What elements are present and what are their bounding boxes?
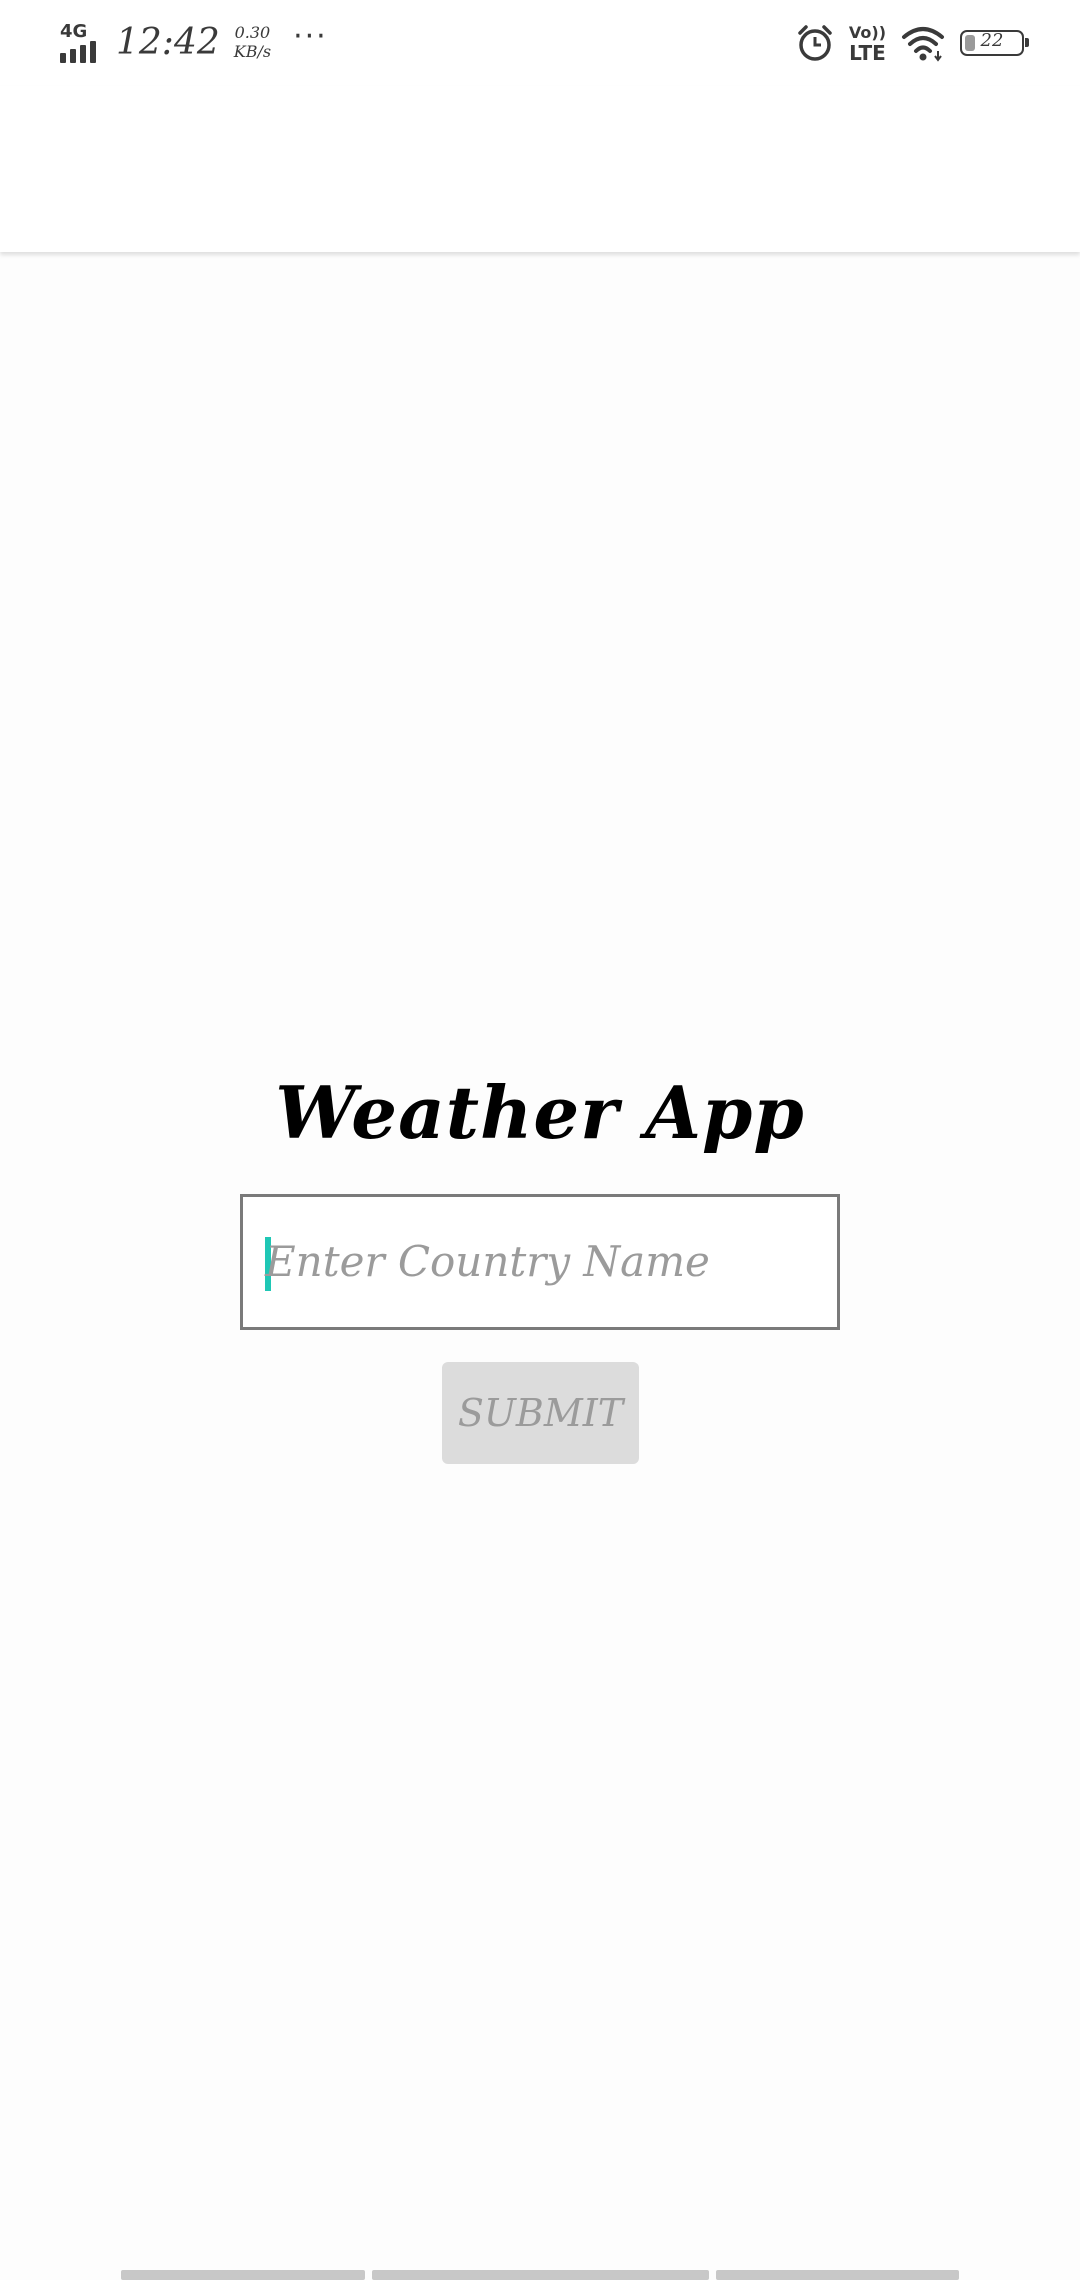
network-speed-unit: KB/s	[233, 42, 272, 61]
page-title: Weather App	[275, 1070, 805, 1155]
network-speed: 0.30 KB/s	[234, 23, 271, 61]
nav-bar-segment-right	[716, 2270, 959, 2280]
more-notifications-icon: ···	[293, 18, 328, 54]
nav-bar-segment-left	[121, 2270, 365, 2280]
status-bar-left: 4G 12:42 0.30 KB/s ···	[58, 14, 328, 70]
status-bar-right: Vo)) LTE 22	[795, 18, 1029, 68]
nav-bar-segment-center	[372, 2270, 709, 2280]
app-bar	[0, 86, 1080, 252]
network-speed-value: 0.30	[234, 23, 271, 42]
volte-icon: Vo)) LTE	[848, 23, 886, 65]
wifi-icon	[902, 27, 944, 62]
battery-level: 22	[980, 30, 1004, 51]
submit-button[interactable]: SUBMIT	[442, 1362, 639, 1464]
battery-icon: 22	[960, 30, 1029, 56]
country-name-placeholder: Enter Country Name	[265, 1237, 710, 1286]
alarm-icon	[798, 25, 832, 61]
clock: 12:42	[116, 21, 220, 63]
country-name-input[interactable]: Enter Country Name	[240, 1194, 840, 1330]
network-type: 4G	[60, 21, 88, 42]
status-bar: 4G 12:42 0.30 KB/s ··· Vo)) LTE 22	[0, 0, 1080, 86]
signal-icon: 4G	[58, 19, 104, 65]
